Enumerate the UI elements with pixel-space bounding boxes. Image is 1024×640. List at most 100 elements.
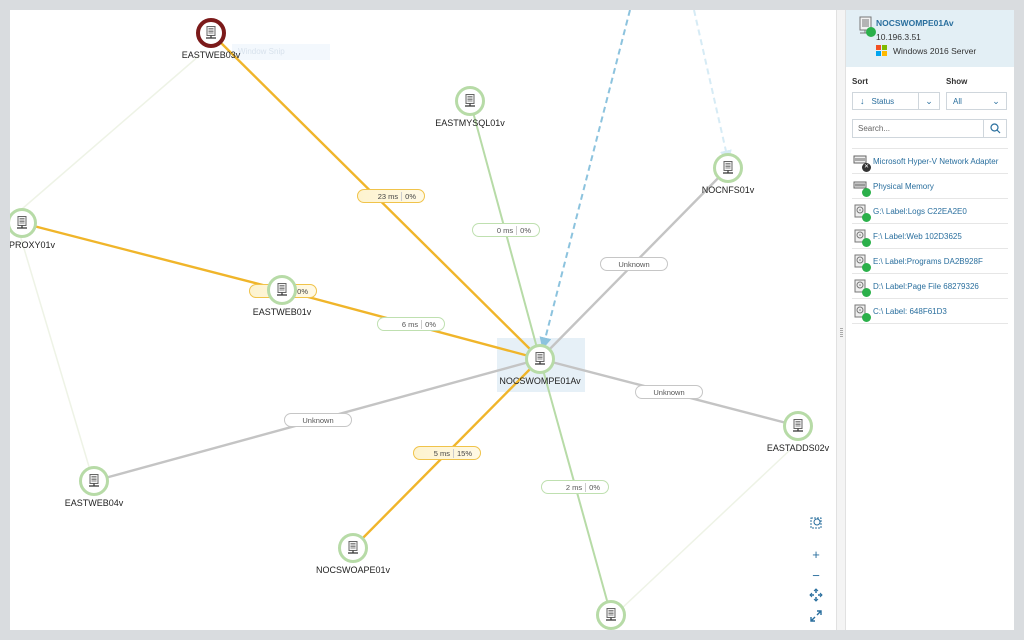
chevron-down-icon: ⌄ [992,95,1000,106]
disk-icon [853,229,871,247]
resource-label[interactable]: D:\ Label:Page File 68279326 [873,282,979,291]
map-node[interactable] [783,411,813,441]
status-down-icon: ✕ [862,163,871,172]
fullscreen-button[interactable] [806,606,826,626]
resource-label[interactable]: C:\ Label: 648F61D3 [873,307,947,316]
topology-map-canvas[interactable]: Window Snip 23 ms 0% 0 ms 0% Unknown 0% 6 ms 0%… [10,10,836,630]
link-latency: 23 ms [377,191,399,201]
resource-list-item[interactable]: ✕ Microsoft Hyper-V Network Adapter [852,148,1008,173]
resource-list-item[interactable]: Physical Memory [852,173,1008,198]
show-label: Show [946,77,968,86]
resource-list-item[interactable]: F:\ Label:Web 102D3625 [852,223,1008,248]
zoom-in-button[interactable]: + [806,544,826,564]
map-node-label[interactable]: NOCPROXY01v [10,240,55,250]
dependency-link [693,10,732,163]
separator [401,191,403,201]
faint-link [619,449,791,611]
sort-select[interactable]: ↓ Status ⌄ [852,92,940,110]
map-node-label[interactable]: EASTWEB01v [253,307,312,317]
link-metrics-label[interactable]: 5 ms 15% [413,446,481,460]
server-icon [859,16,876,37]
node-details-panel: NOCSWOMPE01Av 10.196.3.51 Windows 2016 S… [846,10,1014,630]
reset-layout-button[interactable] [806,513,826,533]
link-metrics-label[interactable]: Unknown [284,413,352,427]
map-node-label[interactable]: EASTMYSQL01v [435,118,505,128]
center-map-button[interactable] [806,585,826,605]
link-packet-loss: 0% [520,225,531,235]
server-icon [348,541,358,554]
map-node-label[interactable]: NOCNFS01v [702,185,755,195]
sort-direction-icon: ↓ [860,96,865,106]
resource-list-item[interactable]: G:\ Label:Logs C22EA2E0 [852,198,1008,223]
server-icon [277,283,287,296]
link-latency: 5 ms [433,448,450,458]
status-up-icon [862,288,871,297]
map-node-label[interactable]: NOCSWOAPE01v [316,565,390,575]
resource-list-item[interactable]: E:\ Label:Programs DA2B928F [852,248,1008,273]
panel-splitter[interactable] [836,10,846,630]
dependency-link [539,10,631,350]
map-node-label[interactable]: EASTWEB03v [182,50,241,60]
map-node-label[interactable]: EASTWEB04v [65,498,124,508]
link-metrics-label[interactable]: 6 ms 0% [377,317,445,331]
search-button[interactable] [983,120,1006,137]
link-metrics-label[interactable]: Unknown [635,385,703,399]
link-metrics-label[interactable]: 0 ms 0% [472,223,540,237]
separator [452,448,454,458]
sort-value: Status [871,96,895,106]
server-icon [206,26,216,39]
resource-list: ✕ Microsoft Hyper-V Network Adapter Physic… [852,148,1008,324]
show-select[interactable]: All ⌄ [946,92,1007,110]
resource-label[interactable]: Physical Memory [873,182,934,191]
link-metrics-label[interactable]: 23 ms 0% [357,189,425,203]
node-summary-header: NOCSWOMPE01Av 10.196.3.51 Windows 2016 S… [846,10,1014,67]
resource-label[interactable]: E:\ Label:Programs DA2B928F [873,257,983,266]
status-up-icon [862,213,871,222]
windows-logo-icon [876,45,887,56]
node-ip: 10.196.3.51 [876,32,921,42]
server-icon [793,419,803,432]
resource-label[interactable]: Microsoft Hyper-V Network Adapter [873,157,998,166]
map-node-label[interactable]: NOCSWOMPE01Av [499,376,580,386]
map-node[interactable] [455,86,485,116]
disk-icon [853,304,871,322]
link-packet-loss: 0% [589,482,600,492]
map-node[interactable] [196,18,226,48]
link-metrics-label[interactable]: 2 ms 0% [541,480,609,494]
search-input[interactable] [853,123,988,134]
resource-label[interactable]: G:\ Label:Logs C22EA2E0 [873,207,967,216]
faint-link [14,54,201,216]
node-os: Windows 2016 Server [876,45,976,56]
disk-icon [853,254,871,272]
map-node[interactable] [525,344,555,374]
nic-icon: ✕ [853,154,871,172]
separator [585,482,587,492]
map-node[interactable] [338,533,368,563]
server-icon [606,608,616,621]
show-value: All [953,96,962,106]
link-metrics-label[interactable]: Unknown [600,257,668,271]
resource-list-item[interactable]: D:\ Label:Page File 68279326 [852,273,1008,298]
server-icon [465,94,475,107]
separator [516,225,518,235]
separator [421,319,423,329]
server-icon [89,474,99,487]
resource-search[interactable] [852,119,1007,138]
memory-icon [853,179,871,197]
server-icon [723,161,733,174]
link-latency: 6 ms [401,319,419,329]
link-status-text: Unknown [618,259,650,269]
splitter-grip[interactable] [840,328,843,338]
map-node[interactable] [596,600,626,630]
map-node[interactable] [267,275,297,305]
zoom-out-button[interactable]: − [806,565,826,585]
node-name[interactable]: NOCSWOMPE01Av [876,18,954,28]
resource-label[interactable]: F:\ Label:Web 102D3625 [873,232,962,241]
resource-list-item[interactable]: C:\ Label: 648F61D3 [852,298,1008,324]
map-node-label[interactable]: EASTADDS02v [767,443,829,453]
network-link[interactable] [21,221,283,292]
map-node[interactable] [713,153,743,183]
map-node[interactable] [79,466,109,496]
faint-link [19,234,91,471]
status-up-icon [862,263,871,272]
